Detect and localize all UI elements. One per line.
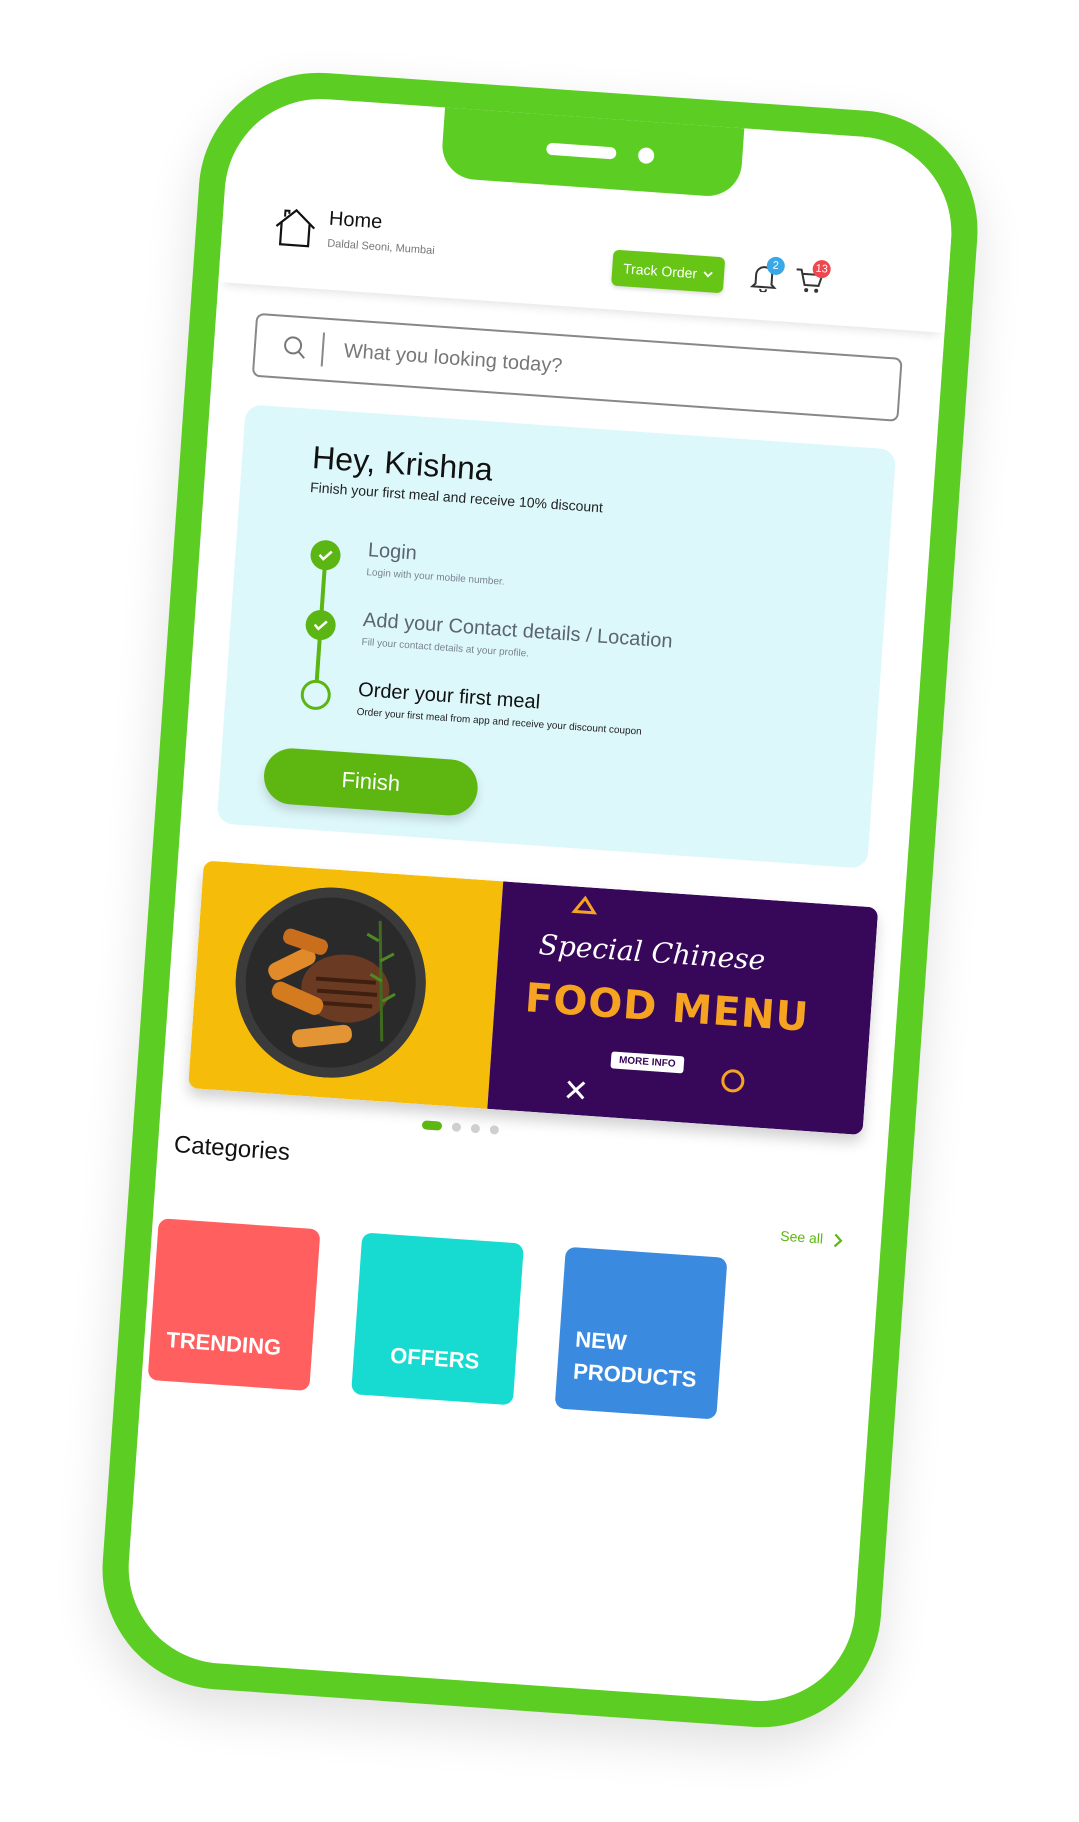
category-tile-offers[interactable]: OFFERS [351,1232,524,1406]
track-order-label: Track Order [622,260,698,282]
banner-food-panel [188,860,504,1109]
search-divider [320,332,326,367]
app-header: Home Daldal Seoni, Mumbai Track Order 2 [218,182,952,333]
chevron-right-icon[interactable] [830,1231,845,1250]
more-info-button[interactable]: MORE INFO [610,1051,685,1074]
page-title: Home [328,207,384,234]
speaker [546,142,617,160]
step-1-check-icon [309,539,342,572]
finish-button[interactable]: Finish [262,746,480,818]
food-plate-image [229,881,433,1084]
cross-decoration-icon [566,1080,586,1100]
location-label[interactable]: Daldal Seoni, Mumbai [327,238,435,257]
circle-decoration-icon [721,1069,745,1093]
carousel-dot-3[interactable] [470,1123,481,1134]
step-1-title: Login [367,539,418,565]
see-all-link[interactable]: See all [780,1228,824,1247]
step-3-circle-icon [299,678,332,711]
category-label-new-products: NEW PRODUCTS [572,1326,698,1393]
carousel-dot-1[interactable] [421,1120,443,1131]
phone-frame: Home Daldal Seoni, Mumbai Track Order 2 [94,64,986,1736]
search-bar[interactable] [251,312,903,422]
banner-script-text: Special Chinese [537,928,767,977]
search-input[interactable] [340,338,726,391]
carousel-dot-4[interactable] [489,1125,500,1135]
category-label-trending: TRENDING [165,1327,282,1360]
chevron-down-icon [703,271,713,278]
phone-notch [440,105,745,199]
search-icon [284,336,305,359]
carousel-dot-2[interactable] [451,1122,462,1133]
triangle-decoration-icon [571,895,598,915]
front-camera [637,147,655,165]
phone-screen: Home Daldal Seoni, Mumbai Track Order 2 [122,92,958,1708]
track-order-button[interactable]: Track Order [611,249,726,294]
promo-banner[interactable]: Special Chinese FOOD MENU MORE INFO [188,860,879,1136]
onboarding-card: Hey, Krishna Finish your first meal and … [216,404,897,869]
category-label-offers: OFFERS [389,1342,481,1374]
categories-heading: Categories [173,1131,291,1167]
cart-badge: 13 [812,259,832,279]
category-tile-trending[interactable]: TRENDING [147,1218,321,1392]
banner-text-panel: Special Chinese FOOD MENU MORE INFO [487,881,879,1136]
carousel-dots [421,1120,500,1135]
banner-headline: FOOD MENU [523,975,811,1041]
step-2-check-icon [304,609,337,642]
stage: Home Daldal Seoni, Mumbai Track Order 2 [0,0,1079,1822]
step-1-subtitle: Login with your mobile number. [366,567,505,588]
notification-badge: 2 [766,256,786,276]
category-tile-new-products[interactable]: NEW PRODUCTS [554,1246,728,1420]
home-icon[interactable] [271,204,320,251]
